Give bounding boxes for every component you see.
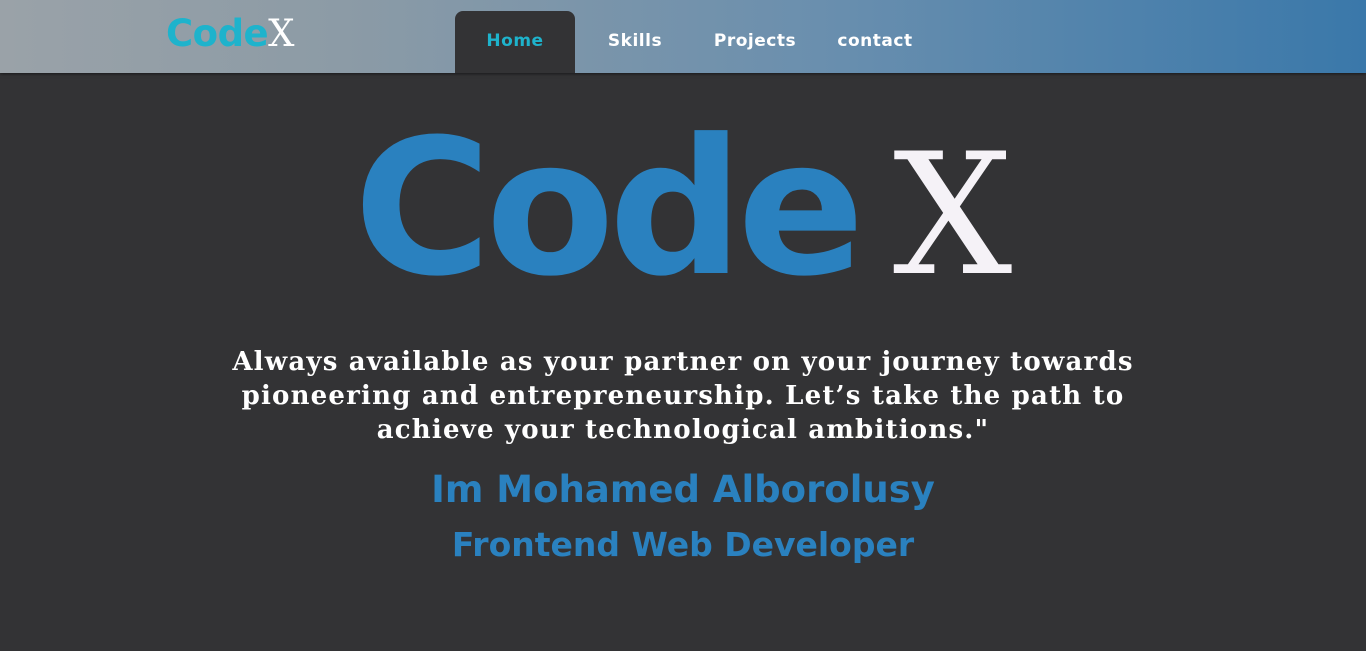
hero-logo: Code X [0, 104, 1366, 320]
hero-role: Frontend Web Developer [451, 525, 915, 564]
site-logo[interactable]: CodeX [166, 12, 294, 56]
nav-link-projects[interactable]: Projects [695, 11, 815, 73]
nav-link-skills[interactable]: Skills [575, 11, 695, 73]
nav-menu: Home Skills Projects contact [455, 11, 935, 73]
nav-link-home[interactable]: Home [455, 11, 575, 73]
hero-logo-code: Code [353, 99, 865, 318]
navbar: CodeX Home Skills Projects contact [0, 0, 1366, 73]
hero-name: Im Mohamed Alborolusy [431, 468, 935, 511]
hero-logo-x: X [892, 117, 1013, 313]
nav-link-contact[interactable]: contact [815, 11, 935, 73]
logo-x-text: X [268, 12, 294, 55]
hero-tagline: Always available as your partner on your… [232, 347, 1134, 445]
logo-code-text: Code [166, 12, 269, 55]
